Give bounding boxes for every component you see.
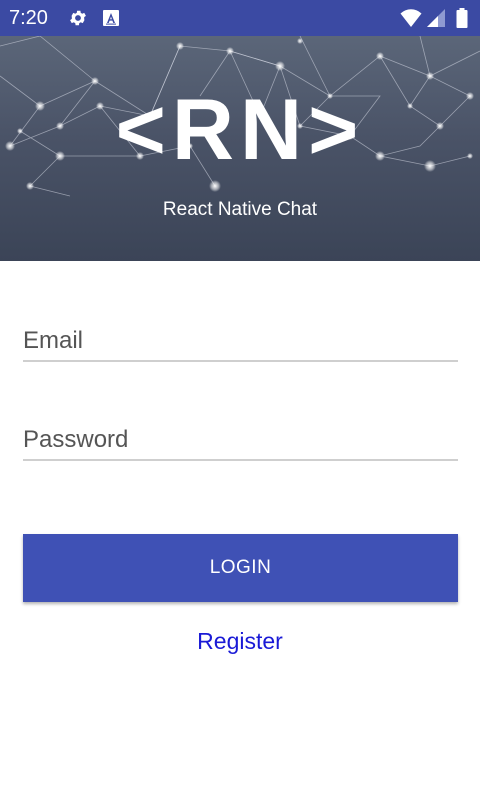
login-button-label: LOGIN [209, 557, 272, 578]
rn-logo: <RN> [115, 82, 365, 178]
email-field-container [23, 324, 458, 362]
email-field[interactable] [23, 324, 458, 358]
status-time: 7:20 [9, 7, 48, 29]
header-banner: <RN> React Native Chat [0, 36, 480, 261]
login-button[interactable]: LOGIN [23, 534, 458, 602]
wifi-icon [400, 9, 422, 27]
password-field-container [23, 423, 458, 461]
app-tagline: React Native Chat [162, 199, 318, 220]
battery-icon [456, 8, 468, 28]
gear-icon [70, 10, 86, 26]
register-link[interactable]: Register [0, 626, 480, 656]
password-field[interactable] [23, 423, 458, 457]
login-screen: 7:20 <RN> React Native Chat Email LOGIN … [0, 0, 480, 800]
signal-icon [427, 9, 445, 27]
a-icon [103, 10, 119, 26]
status-bar: 7:20 [0, 0, 480, 36]
